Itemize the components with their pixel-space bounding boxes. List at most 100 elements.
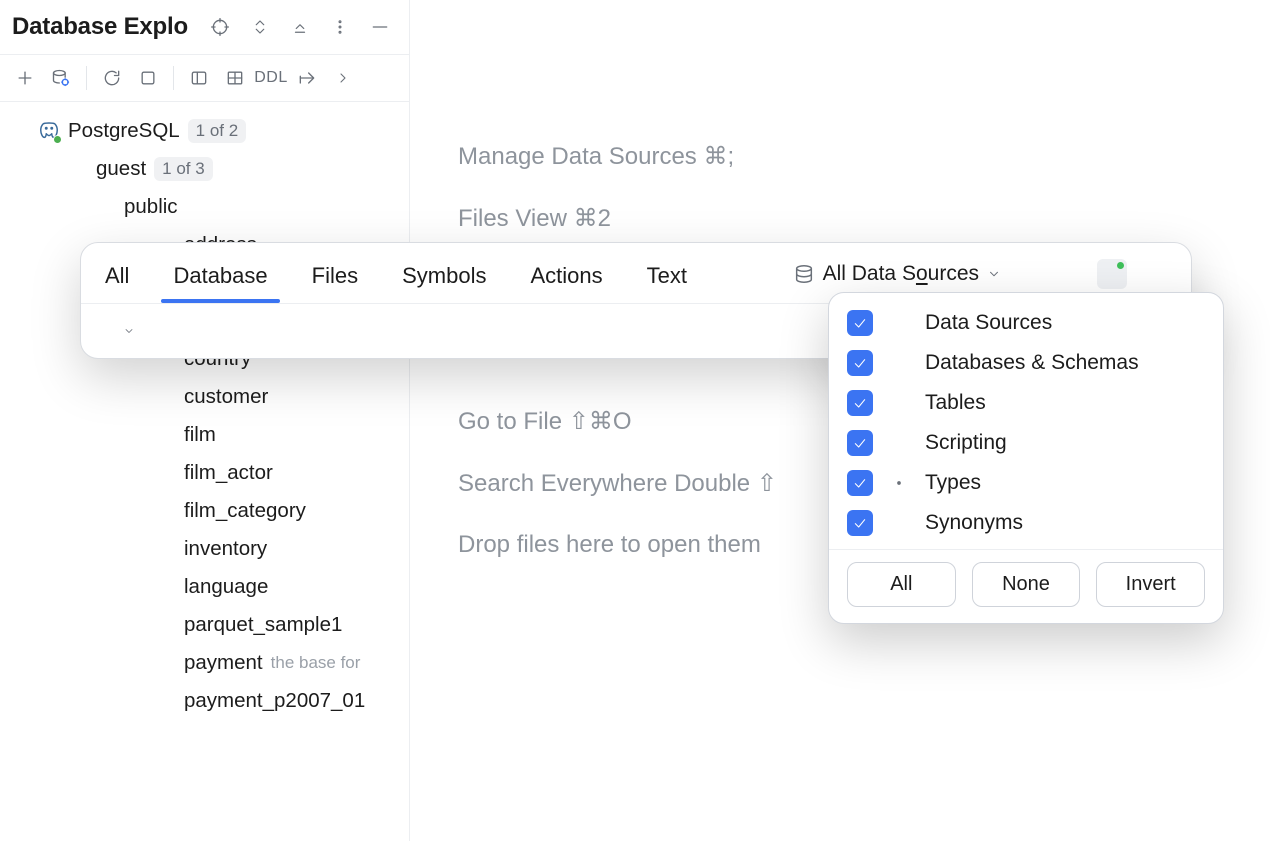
tree-label: guest	[96, 157, 146, 181]
jump-to-source-icon[interactable]	[290, 61, 324, 95]
expand-collapse-icon[interactable]	[243, 10, 277, 44]
schema-icon	[66, 158, 88, 180]
filter-item-synonyms[interactable]: Synonyms	[829, 503, 1223, 543]
database-option-icon[interactable]	[1055, 259, 1085, 289]
open-in-tool-window-icon[interactable]	[1139, 259, 1169, 289]
chevron-right-icon[interactable]	[128, 467, 146, 479]
table-icon	[154, 500, 176, 522]
filter-item-databases-schemas[interactable]: Databases & Schemas	[829, 343, 1223, 383]
filter-item-label: Tables	[925, 391, 986, 415]
chevron-right-icon[interactable]	[128, 581, 146, 593]
table-icon	[887, 391, 911, 415]
tree-table-row[interactable]: language	[6, 568, 403, 606]
chevron-down-icon[interactable]	[68, 201, 86, 213]
filter-item-types[interactable]: Types	[829, 463, 1223, 503]
target-icon[interactable]	[203, 10, 237, 44]
filter-item-label: Scripting	[925, 431, 1007, 455]
filter-item-label: Types	[925, 471, 981, 495]
tab-symbols[interactable]: Symbols	[400, 255, 488, 303]
filter-dropdown: Data Sources Databases & Schemas Tables …	[828, 292, 1224, 624]
tab-all[interactable]: All	[103, 255, 131, 303]
table-icon	[154, 462, 176, 484]
checkbox-checked-icon[interactable]	[847, 310, 873, 336]
tree-datasource-row[interactable]: PostgreSQL 1 of 2	[6, 112, 403, 150]
chevron-right-icon[interactable]	[326, 61, 360, 95]
database-icon	[887, 311, 911, 335]
tree-table-row[interactable]: customer	[6, 378, 403, 416]
tree-table-row[interactable]: parquet_sample1	[6, 606, 403, 644]
chevron-right-icon[interactable]	[128, 543, 146, 555]
filter-item-scripting[interactable]: Scripting	[829, 423, 1223, 463]
tree-label: language	[184, 575, 268, 599]
tab-text[interactable]: Text	[645, 255, 689, 303]
panel-toolbar: DDL	[0, 55, 409, 102]
postgresql-icon	[38, 120, 60, 142]
types-icon	[887, 471, 911, 495]
filter-item-data-sources[interactable]: Data Sources	[829, 303, 1223, 343]
tree-table-row[interactable]: film_actor	[6, 454, 403, 492]
filter-none-button[interactable]: None	[972, 562, 1081, 607]
namespace-icon	[94, 196, 116, 218]
panel-title: Database Explo	[12, 13, 197, 41]
checkbox-checked-icon[interactable]	[847, 350, 873, 376]
table-icon	[154, 576, 176, 598]
checkbox-checked-icon[interactable]	[847, 390, 873, 416]
more-options-icon[interactable]	[323, 10, 357, 44]
add-icon[interactable]	[8, 61, 42, 95]
tree-schema-row[interactable]: public	[6, 188, 403, 226]
tree-table-row[interactable]: film_category	[6, 492, 403, 530]
tree-label: film_category	[184, 499, 306, 523]
collapse-all-icon[interactable]	[283, 10, 317, 44]
tree-label: inventory	[184, 537, 267, 561]
table-icon	[154, 386, 176, 408]
filter-invert-button[interactable]: Invert	[1096, 562, 1205, 607]
grid-icon[interactable]	[218, 61, 252, 95]
refresh-icon[interactable]	[95, 61, 129, 95]
table-icon	[154, 690, 176, 712]
hide-panel-icon[interactable]	[363, 10, 397, 44]
chevron-right-icon[interactable]	[128, 505, 146, 517]
scope-selector[interactable]: All Data Sources	[793, 262, 1001, 286]
tree-table-row[interactable]: inventory	[6, 530, 403, 568]
chevron-down-icon[interactable]	[40, 163, 58, 175]
scripting-icon	[887, 431, 911, 455]
datasource-properties-icon[interactable]	[44, 61, 78, 95]
checkbox-checked-icon[interactable]	[847, 510, 873, 536]
chevron-right-icon[interactable]	[128, 391, 146, 403]
tree-database-row[interactable]: guest 1 of 3	[6, 150, 403, 188]
checkbox-checked-icon[interactable]	[847, 470, 873, 496]
hint-files-view: Files View ⌘2	[458, 202, 1270, 236]
tab-files[interactable]: Files	[310, 255, 360, 303]
tree-table-row[interactable]: film	[6, 416, 403, 454]
table-icon	[154, 538, 176, 560]
database-tree: PostgreSQL 1 of 2 guest 1 of 3 public	[0, 102, 409, 730]
stop-icon[interactable]	[131, 61, 165, 95]
tree-label: film	[184, 423, 216, 447]
filter-item-label: Databases & Schemas	[925, 351, 1139, 375]
tree-table-row[interactable]: payment the base for	[6, 644, 403, 682]
table-icon	[154, 652, 176, 674]
chevron-right-icon[interactable]	[128, 619, 146, 631]
table-hint: the base for	[271, 653, 361, 673]
filter-item-label: Synonyms	[925, 511, 1023, 535]
layout-icon[interactable]	[182, 61, 216, 95]
filter-icon[interactable]	[1097, 259, 1127, 289]
tab-database[interactable]: Database	[171, 255, 269, 303]
filter-all-button[interactable]: All	[847, 562, 956, 607]
tree-table-row[interactable]: payment_p2007_01	[6, 682, 403, 720]
count-badge: 1 of 3	[154, 157, 213, 181]
ddl-button[interactable]: DDL	[254, 61, 288, 95]
filter-item-label: Data Sources	[925, 311, 1052, 335]
checkbox-checked-icon[interactable]	[847, 430, 873, 456]
chevron-right-icon[interactable]	[128, 695, 146, 707]
panel-header: Database Explo	[0, 0, 409, 55]
chevron-right-icon[interactable]	[128, 429, 146, 441]
tree-label: customer	[184, 385, 268, 409]
chevron-right-icon[interactable]	[128, 657, 146, 669]
schema-icon	[887, 351, 911, 375]
tab-actions[interactable]: Actions	[528, 255, 604, 303]
chevron-down-icon[interactable]	[12, 125, 30, 137]
table-icon	[154, 424, 176, 446]
filter-item-tables[interactable]: Tables	[829, 383, 1223, 423]
layout-option-icon[interactable]	[1013, 259, 1043, 289]
